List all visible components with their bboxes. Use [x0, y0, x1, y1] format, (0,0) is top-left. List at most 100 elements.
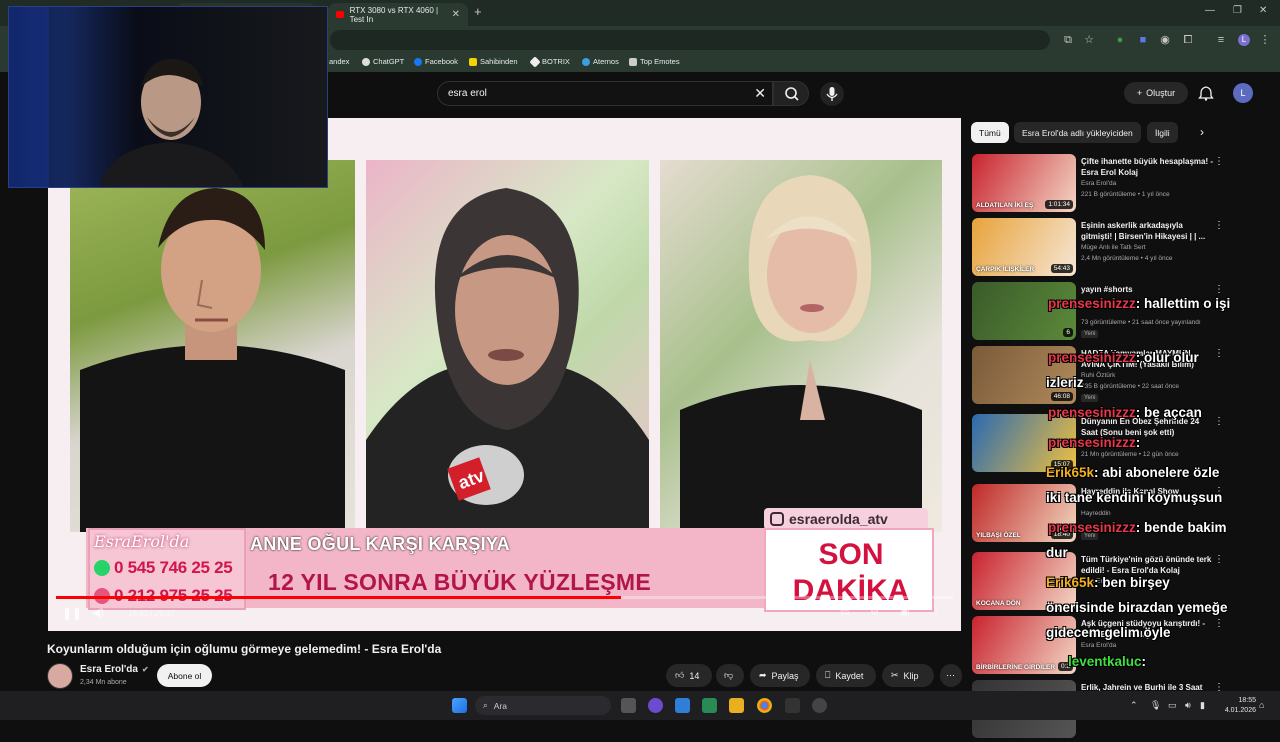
chevron-right-icon[interactable]: › — [1200, 125, 1204, 139]
search-input[interactable]: esra erol ✕ — [437, 81, 773, 106]
chip-all[interactable]: Tümü — [971, 122, 1009, 143]
chip-related[interactable]: İlgili — [1147, 122, 1178, 143]
subscriber-count: 2,34 Mn abone — [80, 679, 127, 686]
create-button[interactable]: + Oluştur — [1124, 82, 1188, 104]
taskbar-search[interactable]: ⌕ Ara — [475, 696, 611, 715]
recommendation-channel[interactable]: Esra Erol'da — [1081, 180, 1116, 187]
obs-icon[interactable] — [812, 698, 827, 713]
task-view-icon[interactable] — [621, 698, 636, 713]
terminal-icon[interactable] — [785, 698, 800, 713]
close-window-icon[interactable]: ✕ — [1259, 5, 1267, 16]
tray-chevron-up-icon[interactable]: ⌃ — [1130, 700, 1138, 711]
bookmark-star-icon[interactable]: ☆ — [1083, 34, 1095, 46]
recommendation-title[interactable]: Eşinin askerlik arkadaşıyla gitmişti! | … — [1081, 220, 1216, 242]
chat-username: leventkaluc — [1068, 654, 1142, 669]
dislike-button[interactable]: 👎︎ — [716, 664, 744, 687]
clear-search-icon[interactable]: ✕ — [754, 85, 766, 102]
volume-icon[interactable]: ◀) — [92, 606, 104, 619]
like-button[interactable]: 👍︎ 14 — [666, 664, 712, 687]
notification-icon[interactable]: ⌂ — [1259, 700, 1264, 710]
extension-icon[interactable]: ◉ — [1159, 34, 1171, 46]
address-bar[interactable] — [330, 30, 1050, 50]
more-options-icon[interactable]: ⋮ — [1214, 416, 1224, 427]
file-explorer-icon[interactable] — [729, 698, 744, 713]
chat-message: prensesinizzz: be açcan — [1048, 405, 1202, 420]
more-options-icon[interactable]: ⋮ — [1214, 284, 1224, 295]
bookmark-item[interactable]: BOTRIX — [529, 55, 570, 68]
pause-icon[interactable]: ❚❚ — [62, 606, 82, 620]
recommendation-channel[interactable]: Hayreddin — [1081, 510, 1111, 517]
tray-mic-icon[interactable]: 🎙︎ — [1150, 700, 1161, 711]
video-thumbnail[interactable]: ÇARPIK İLİŞKİLER 54:43 — [972, 218, 1076, 276]
streamer-figure — [9, 7, 244, 187]
bookmark-item[interactable]: Top Emotes — [629, 57, 680, 66]
recommendation-channel[interactable]: Müge Anlı ile Tatlı Sert — [1081, 244, 1146, 251]
more-actions-button[interactable]: ⋯ — [940, 664, 962, 687]
notifications-bell-icon[interactable] — [1198, 85, 1214, 101]
chat-text: dur — [1046, 545, 1068, 560]
menu-icon[interactable]: ⋮ — [1259, 34, 1271, 46]
save-button[interactable]: ⎕ Kaydet — [816, 664, 876, 687]
extension-icon[interactable]: ● — [1114, 34, 1126, 46]
chat-message: önerisinde birazdan yemeğe — [1046, 600, 1228, 615]
more-options-icon[interactable]: ⋮ — [1214, 618, 1224, 629]
tray-volume-icon[interactable]: 🔊︎ — [1185, 700, 1191, 711]
share-button[interactable]: ➦ Paylaş — [750, 664, 810, 687]
recommendation-item[interactable]: 6 yayın #shorts 73 görüntüleme • 21 saat ö… — [971, 282, 1261, 344]
browser-tab-active[interactable]: RTX 3080 vs RTX 4060 | Test In ✕ — [328, 3, 468, 26]
store-icon[interactable] — [702, 698, 717, 713]
tray-display-icon[interactable]: ▭ — [1168, 700, 1177, 711]
recommendation-item[interactable]: ÇARPIK İLİŞKİLER 54:43 Eşinin askerlik ark… — [971, 218, 1261, 280]
chip-from-uploader[interactable]: Esra Erol'da adlı yükleyiciden — [1014, 122, 1141, 143]
new-tab-icon[interactable]: + — [474, 4, 482, 19]
more-options-icon[interactable]: ⋮ — [1214, 554, 1224, 565]
video-thumbnail[interactable]: 6 — [972, 282, 1076, 340]
install-app-icon[interactable]: ⧉ — [1062, 34, 1074, 46]
translate-icon[interactable]: ■ — [1137, 34, 1149, 46]
more-options-icon[interactable]: ⋮ — [1214, 220, 1224, 231]
recommendation-channel[interactable]: Esra Erol'da — [1081, 642, 1116, 649]
chat-username: prensesinizzz — [1048, 435, 1136, 450]
recommendation-title[interactable]: Çifte ihanette büyük hesaplaşma! - Esra … — [1081, 156, 1216, 178]
settings-icon[interactable] — [675, 698, 690, 713]
voice-search-button[interactable] — [820, 82, 844, 106]
maximize-icon[interactable]: ❐ — [1233, 5, 1242, 16]
sidebar-icon[interactable]: ≡ — [1215, 34, 1227, 46]
start-menu-icon[interactable] — [452, 698, 467, 713]
recommendation-channel[interactable]: Ruhi Öztürk — [1081, 372, 1115, 379]
close-tab-icon[interactable]: ✕ — [452, 9, 460, 20]
app-icon[interactable] — [648, 698, 663, 713]
channel-avatar[interactable] — [47, 663, 73, 689]
bookmark-item[interactable]: Sahibinden — [469, 57, 518, 66]
thumbnail-caption: YILBAŞI ÖZEL — [976, 532, 1021, 539]
recommendation-title[interactable]: yayın #shorts — [1081, 284, 1216, 295]
subtitles-icon[interactable]: ▭ — [840, 607, 849, 618]
more-options-icon[interactable]: ⋮ — [1214, 156, 1224, 167]
puzzle-icon[interactable]: ⧠ — [1182, 34, 1194, 46]
video-thumbnail[interactable]: ALDATILAN İKİ EŞ 1:01:34 — [972, 154, 1076, 212]
video-progress-bar[interactable] — [56, 596, 953, 599]
chat-text: : olur olur — [1135, 350, 1199, 365]
minimize-icon[interactable]: — — [1205, 5, 1215, 16]
more-options-icon[interactable]: ⋮ — [1214, 348, 1224, 359]
bookmark-item[interactable]: ChatGPT — [362, 57, 404, 66]
profile-avatar[interactable]: L — [1238, 34, 1250, 46]
account-avatar[interactable]: L — [1233, 83, 1253, 103]
recommendation-title[interactable]: Tüm Türkiye'nin gözü önünde terk edildi!… — [1081, 554, 1216, 576]
fullscreen-icon[interactable]: ⛶ — [930, 607, 937, 618]
recommendation-item[interactable]: ALDATILAN İKİ EŞ 1:01:34 Çifte ihanette bü… — [971, 154, 1261, 216]
miniplayer-icon[interactable]: ▣ — [900, 607, 909, 618]
settings-gear-icon[interactable]: ⚙ — [870, 607, 879, 618]
tray-battery-icon[interactable]: ▮ — [1200, 700, 1205, 711]
show-logo: EsraErol'da — [94, 532, 190, 551]
search-button[interactable] — [773, 81, 809, 106]
chrome-icon[interactable] — [757, 698, 772, 713]
bookmark-item[interactable]: Aternos — [582, 57, 619, 66]
channel-name[interactable]: Esra Erol'da ✔ — [80, 664, 149, 675]
subscribe-button[interactable]: Abone ol — [157, 664, 212, 687]
clip-button[interactable]: ✂ Klip — [882, 664, 934, 687]
bookmark-item[interactable]: Facebook — [414, 57, 458, 66]
video-player[interactable]: atv EsraErol'da 0 545 746 25 25 0 212 97… — [48, 118, 961, 631]
bookmark-item[interactable]: andex — [329, 57, 349, 66]
system-clock[interactable]: 18:55 4.01.2026 — [1214, 696, 1256, 716]
